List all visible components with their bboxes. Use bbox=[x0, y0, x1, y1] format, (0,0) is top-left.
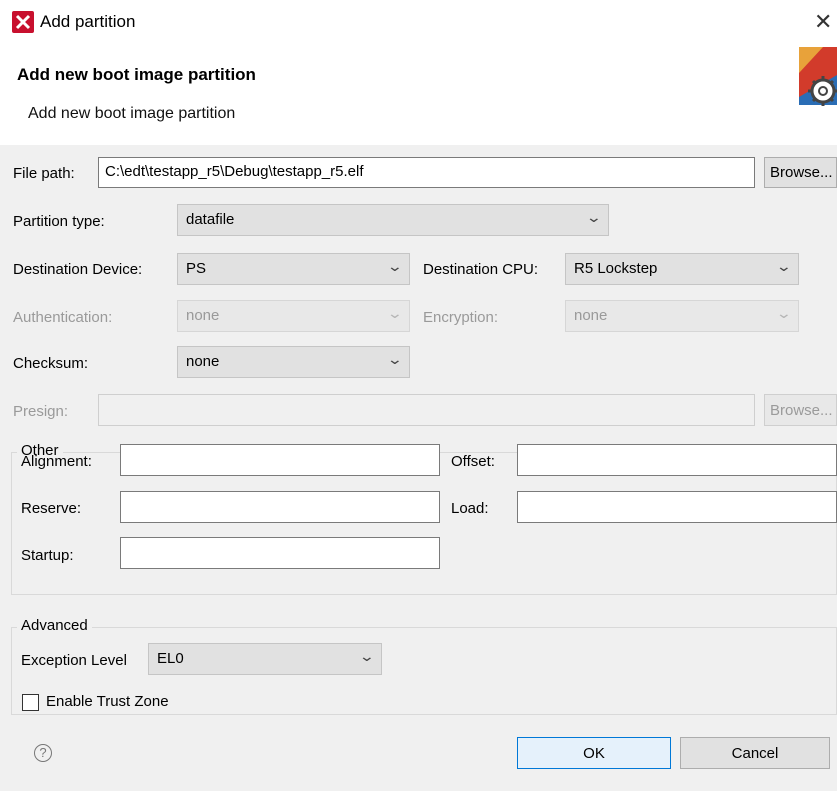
advanced-group-title: Advanced bbox=[17, 617, 92, 634]
presign-browse-button: Browse... bbox=[764, 394, 837, 426]
trust-zone-checkbox[interactable] bbox=[22, 694, 39, 711]
alignment-label: Alignment: bbox=[21, 453, 92, 470]
authentication-label: Authentication: bbox=[13, 309, 113, 326]
presign-input bbox=[98, 394, 755, 426]
alignment-input[interactable] bbox=[120, 444, 440, 476]
chevron-down-icon: ⌄ bbox=[775, 305, 793, 321]
file-path-label: File path: bbox=[13, 165, 75, 182]
destination-device-value: PS bbox=[186, 260, 207, 277]
partition-type-value: datafile bbox=[186, 211, 235, 228]
destination-device-label: Destination Device: bbox=[13, 261, 143, 278]
file-path-browse-button[interactable]: Browse... bbox=[764, 157, 837, 188]
load-input[interactable] bbox=[517, 491, 837, 523]
cancel-button[interactable]: Cancel bbox=[680, 737, 830, 769]
partition-type-label: Partition type: bbox=[13, 213, 105, 230]
help-icon[interactable]: ? bbox=[34, 744, 52, 762]
page-title: Add new boot image partition bbox=[17, 65, 256, 84]
chevron-down-icon: ⌄ bbox=[386, 258, 404, 274]
xilinx-logo-icon bbox=[12, 11, 34, 33]
trust-zone-label[interactable]: Enable Trust Zone bbox=[46, 693, 169, 710]
offset-input[interactable] bbox=[517, 444, 837, 476]
destination-cpu-select[interactable]: R5 Lockstep ⌄ bbox=[565, 253, 799, 285]
page-subtitle: Add new boot image partition bbox=[28, 105, 236, 122]
file-path-input[interactable]: C:\edt\testapp_r5\Debug\testapp_r5.elf bbox=[98, 157, 755, 188]
reserve-input[interactable] bbox=[120, 491, 440, 523]
presign-label: Presign: bbox=[13, 403, 69, 420]
encryption-value: none bbox=[574, 307, 608, 324]
encryption-label: Encryption: bbox=[423, 309, 499, 326]
partition-type-select[interactable]: datafile ⌄ bbox=[177, 204, 609, 236]
reserve-label: Reserve: bbox=[21, 500, 82, 517]
ok-button[interactable]: OK bbox=[517, 737, 671, 769]
chevron-down-icon: ⌄ bbox=[386, 305, 404, 321]
startup-input[interactable] bbox=[120, 537, 440, 569]
chevron-down-icon: ⌄ bbox=[775, 258, 793, 274]
close-icon[interactable]: ✕ bbox=[814, 9, 832, 35]
startup-label: Startup: bbox=[21, 547, 74, 564]
window-title: Add partition bbox=[40, 12, 136, 31]
exception-level-select[interactable]: EL0 ⌄ bbox=[148, 643, 382, 675]
destination-cpu-label: Destination CPU: bbox=[423, 261, 539, 278]
destination-cpu-value: R5 Lockstep bbox=[574, 260, 658, 277]
chevron-down-icon: ⌄ bbox=[358, 648, 376, 664]
exception-level-label: Exception Level bbox=[21, 652, 127, 669]
encryption-select: none ⌄ bbox=[565, 300, 799, 332]
wizard-gear-icon bbox=[793, 45, 837, 107]
exception-level-value: EL0 bbox=[157, 650, 184, 667]
form-area: File path: C:\edt\testapp_r5\Debug\testa… bbox=[0, 145, 837, 791]
load-label: Load: bbox=[451, 500, 489, 517]
checksum-label: Checksum: bbox=[13, 355, 89, 372]
chevron-down-icon: ⌄ bbox=[386, 351, 404, 367]
title-bar: Add partition ✕ bbox=[0, 0, 837, 48]
authentication-value: none bbox=[186, 307, 220, 324]
destination-device-select[interactable]: PS ⌄ bbox=[177, 253, 410, 285]
offset-label: Offset: bbox=[451, 453, 495, 470]
checksum-select[interactable]: none ⌄ bbox=[177, 346, 410, 378]
authentication-select: none ⌄ bbox=[177, 300, 410, 332]
checksum-value: none bbox=[186, 353, 220, 370]
chevron-down-icon: ⌄ bbox=[585, 209, 603, 225]
